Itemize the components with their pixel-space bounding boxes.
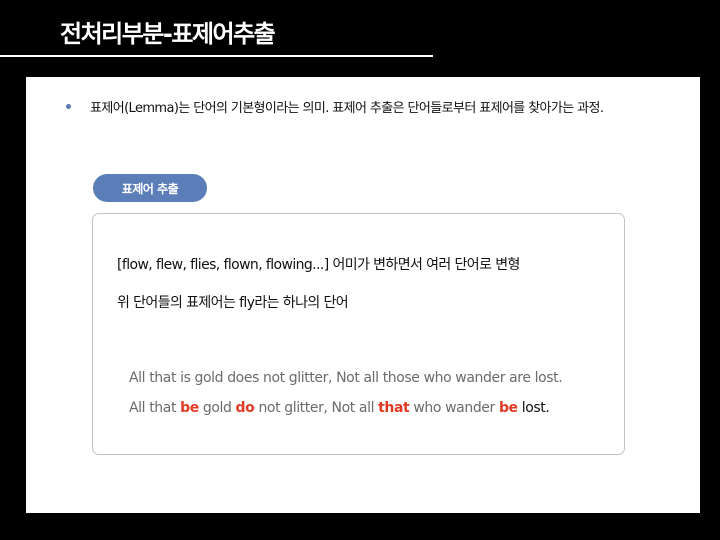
title-underline <box>0 55 433 57</box>
quote-original: All that is gold does not glitter, Not a… <box>129 370 563 386</box>
bullet-dot-icon <box>66 104 71 109</box>
lemma-word-highlight: be <box>498 400 518 416</box>
quote-segment: lost. <box>517 400 550 416</box>
lemma-word-highlight: be <box>180 400 199 416</box>
intro-bullet-text: 표제어(Lemma)는 단어의 기본형이라는 의미. 표제어 추출은 단어들로부… <box>90 101 604 116</box>
quote-segment: All that <box>129 400 181 416</box>
quote-segment: gold <box>198 400 236 416</box>
example-line-2: 위 단어들의 표제어는 fly라는 하나의 단어 <box>117 295 349 311</box>
quote-lemmatized: All that be gold do not glitter, Not all… <box>129 398 550 418</box>
slide-title: 전처리부분-표제어추출 <box>60 20 276 48</box>
lemma-word-highlight: that <box>378 400 410 416</box>
example-line-1: [flow, flew, flies, flown, flowing...] 어… <box>117 257 520 273</box>
example-box: [flow, flew, flies, flown, flowing...] 어… <box>92 213 625 455</box>
lemma-word-highlight: do <box>235 400 255 416</box>
section-label-badge: 표제어 추출 <box>93 174 207 202</box>
content-panel: 표제어(Lemma)는 단어의 기본형이라는 의미. 표제어 추출은 단어들로부… <box>26 77 700 513</box>
quote-segment: not glitter, Not all <box>254 400 379 416</box>
quote-segment: who wander <box>409 400 499 416</box>
